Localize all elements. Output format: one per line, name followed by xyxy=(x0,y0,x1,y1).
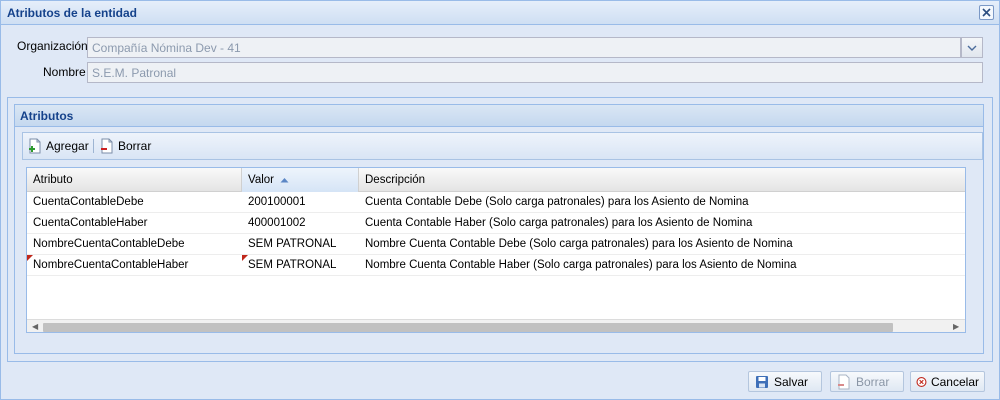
cell-descripcion: Cuenta Contable Debe (Solo carga patrona… xyxy=(365,196,749,208)
panel-header: Atributos xyxy=(15,105,983,127)
attributes-grid: Atributo Valor Descripción CuentaContabl… xyxy=(26,167,966,333)
add-button-label: Agregar xyxy=(46,139,89,153)
organizacion-label: Organización xyxy=(17,39,88,53)
table-row[interactable]: NombreCuentaContableDebe SEM PATRONAL No… xyxy=(27,234,965,255)
cell-atributo: NombreCuentaContableDebe xyxy=(33,238,185,250)
delete-entity-button[interactable]: Borrar xyxy=(830,371,904,392)
scrollbar-thumb[interactable] xyxy=(43,323,893,332)
cancel-button[interactable]: Cancelar xyxy=(910,371,985,392)
sort-ascending-icon xyxy=(280,178,289,183)
cell-valor[interactable]: SEM PATRONAL xyxy=(242,255,359,276)
organizacion-dropdown-button[interactable] xyxy=(961,37,983,58)
scroll-left-icon[interactable]: ◀ xyxy=(32,322,38,331)
column-header-label: Valor xyxy=(248,174,274,186)
close-icon xyxy=(982,8,991,17)
window-header: Atributos de la entidad xyxy=(1,1,999,25)
toolbar-separator xyxy=(93,139,94,153)
add-document-icon xyxy=(29,138,41,154)
cell-atributo: CuentaContableHaber xyxy=(33,217,148,229)
save-icon xyxy=(756,375,768,388)
delete-document-icon xyxy=(838,374,850,389)
column-header-label: Descripción xyxy=(365,174,426,186)
table-row[interactable]: NombreCuentaContableHaber SEM PATRONAL N… xyxy=(27,255,965,276)
delete-entity-button-label: Borrar xyxy=(856,374,890,389)
add-button[interactable]: Agregar xyxy=(27,137,89,155)
organizacion-combo[interactable]: Compañía Nómina Dev - 41 xyxy=(87,37,961,58)
horizontal-scrollbar[interactable]: ◀ ▶ xyxy=(27,319,965,332)
delete-document-icon xyxy=(101,138,113,154)
save-button-label: Salvar xyxy=(774,374,809,389)
window-title: Atributos de la entidad xyxy=(7,6,138,20)
cancel-icon xyxy=(916,376,927,387)
column-header-atributo[interactable]: Atributo xyxy=(27,168,242,192)
delete-button-label: Borrar xyxy=(118,139,152,153)
delete-button[interactable]: Borrar xyxy=(99,137,151,155)
column-header-valor[interactable]: Valor xyxy=(242,168,359,192)
cell-valor[interactable]: SEM PATRONAL xyxy=(242,234,359,255)
column-header-label: Atributo xyxy=(33,174,73,186)
table-row[interactable]: CuentaContableDebe 200100001 Cuenta Cont… xyxy=(27,192,965,213)
cell-descripcion: Nombre Cuenta Contable Debe (Solo carga … xyxy=(365,238,793,250)
cell-valor[interactable]: 200100001 xyxy=(242,192,359,213)
attributes-window: Atributos de la entidad Organización Com… xyxy=(0,0,1000,400)
save-button[interactable]: Salvar xyxy=(748,371,822,392)
cell-atributo: CuentaContableDebe xyxy=(33,196,144,208)
cell-valor[interactable]: 400001002 xyxy=(242,213,359,234)
table-row[interactable]: CuentaContableHaber 400001002 Cuenta Con… xyxy=(27,213,965,234)
grid-toolbar: Agregar Borrar xyxy=(22,132,983,160)
chevron-down-icon xyxy=(967,45,977,51)
cell-descripcion: Nombre Cuenta Contable Haber (Solo carga… xyxy=(365,259,797,271)
grid-header: Atributo Valor Descripción xyxy=(27,168,965,192)
panel-title: Atributos xyxy=(20,109,74,123)
cell-descripcion: Cuenta Contable Haber (Solo carga patron… xyxy=(365,217,753,229)
close-button[interactable] xyxy=(979,5,994,20)
nombre-field[interactable]: S.E.M. Patronal xyxy=(87,62,983,83)
column-header-descripcion[interactable]: Descripción xyxy=(359,168,965,192)
scroll-right-icon[interactable]: ▶ xyxy=(953,322,959,331)
nombre-label: Nombre xyxy=(43,65,86,79)
cell-atributo: NombreCuentaContableHaber xyxy=(33,259,189,271)
cancel-button-label: Cancelar xyxy=(930,374,979,389)
